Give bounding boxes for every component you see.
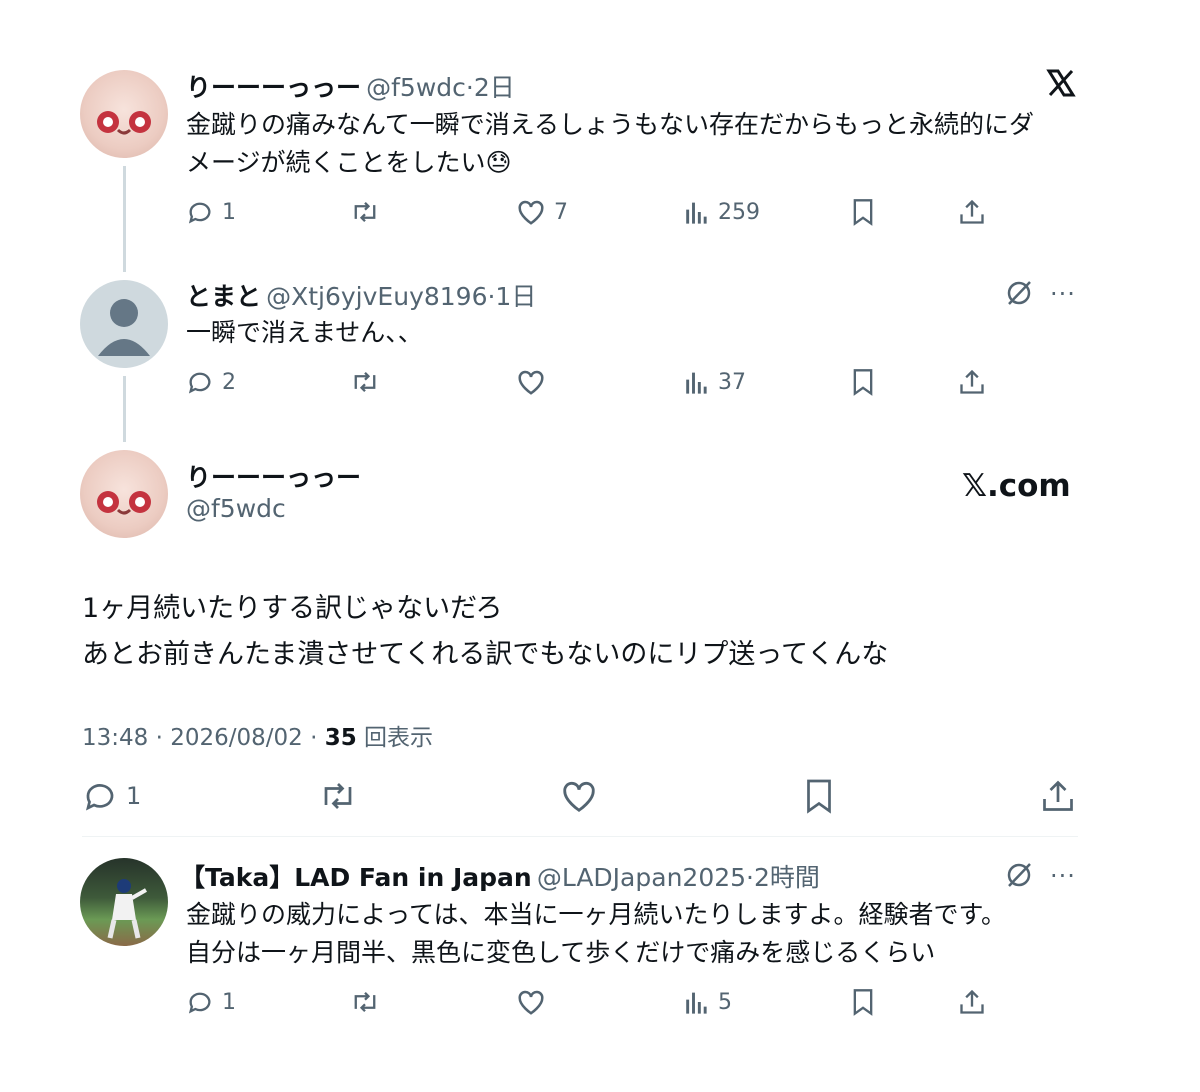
views-chart-icon <box>686 372 707 394</box>
x-com-brand: 𝕏.com <box>962 468 1071 504</box>
more-options-icon[interactable]: ··· <box>1050 862 1076 890</box>
share-icon <box>960 369 984 394</box>
bookmark-icon <box>853 199 873 226</box>
timestamp[interactable]: 13:48 · 2026/08/02 · <box>82 725 325 751</box>
view-count: 37 <box>718 369 746 395</box>
views-button[interactable]: 259 <box>684 198 760 226</box>
thread-line <box>123 376 126 442</box>
reply-count: 2 <box>222 369 236 395</box>
author-name[interactable]: りーーーっっー <box>186 458 361 494</box>
post-time[interactable]: ·1日 <box>487 282 536 311</box>
thread-line <box>123 166 126 272</box>
retweet-button[interactable] <box>318 778 358 814</box>
like-button[interactable] <box>516 368 546 396</box>
views-chart-icon <box>686 992 707 1014</box>
author-handle[interactable]: @LADJapan2025 <box>537 863 746 892</box>
tweet-text: 金蹴りの痛みなんて一瞬で消えるしょうもない存在だからもっと永続的にダ <box>186 110 1035 139</box>
share-button[interactable] <box>958 198 986 226</box>
divider <box>82 836 1078 837</box>
reply-count: 1 <box>222 989 236 1015</box>
retweet-button[interactable] <box>350 368 380 396</box>
bookmark-icon <box>853 989 873 1016</box>
author-name[interactable]: 【Taka】LAD Fan in Japan <box>180 863 532 892</box>
grok-icon[interactable] <box>1004 278 1034 312</box>
heart-icon <box>518 200 544 225</box>
retweet-button[interactable] <box>350 988 380 1016</box>
author-handle[interactable]: @Xtj6yjvEuy8196 <box>266 282 487 311</box>
author-name[interactable]: りーーーっっー <box>186 73 361 102</box>
reply-icon <box>188 992 211 1014</box>
reply-icon <box>188 372 211 394</box>
post-time[interactable]: ·2時間 <box>746 863 820 892</box>
views-count: 35 <box>324 725 357 751</box>
views-label: 回表示 <box>356 725 434 751</box>
tweet-text: 一瞬で消えません、、 <box>186 318 423 347</box>
avatar[interactable] <box>80 450 168 538</box>
retweet-icon <box>354 991 376 1013</box>
share-icon <box>960 989 984 1014</box>
bookmark-button[interactable] <box>802 778 836 814</box>
tweet-text: 自分は一ヶ月間半、黒色に変色して歩くだけで痛みを感じるくらい <box>186 938 936 967</box>
heart-icon <box>518 370 544 395</box>
bookmark-icon <box>853 369 873 396</box>
views-button[interactable]: 5 <box>684 988 732 1016</box>
post-time[interactable]: ·2日 <box>466 73 515 102</box>
bookmark-button[interactable] <box>850 198 876 226</box>
reply-count: 1 <box>126 782 142 810</box>
heart-icon <box>518 990 544 1015</box>
views-button[interactable]: 37 <box>684 368 746 396</box>
baseball-player-icon <box>107 879 147 939</box>
author-name[interactable]: とまと <box>186 282 261 311</box>
like-button[interactable]: 7 <box>516 198 568 226</box>
avatar[interactable] <box>80 70 168 158</box>
author-handle[interactable]: @f5wdc <box>366 73 466 102</box>
share-button[interactable] <box>958 988 986 1016</box>
like-button[interactable] <box>516 988 546 1016</box>
cartoon-face-icon <box>97 491 151 515</box>
tweet-text: メージが続くことをしたい😓 <box>186 148 512 177</box>
avatar[interactable] <box>80 858 168 946</box>
default-profile-icon <box>98 299 150 356</box>
reply-button[interactable]: 1 <box>186 198 236 226</box>
views-chart-icon <box>686 202 707 224</box>
more-options-icon[interactable]: ··· <box>1050 280 1076 308</box>
author-handle[interactable]: @f5wdc <box>186 494 286 523</box>
reply-button[interactable]: 2 <box>186 368 236 396</box>
reply-button[interactable]: 1 <box>186 988 236 1016</box>
retweet-icon <box>354 201 376 223</box>
grok-icon[interactable] <box>1004 860 1034 894</box>
reply-count: 1 <box>222 199 236 225</box>
view-count: 259 <box>718 199 760 225</box>
tweet-text: 1ヶ月続いたりする訳じゃないだろ <box>82 593 503 624</box>
reply-button[interactable]: 1 <box>82 778 141 814</box>
tweet-text: 金蹴りの威力によっては、本当に一ヶ月続いたりしますよ。経験者です。 <box>186 900 1007 929</box>
retweet-button[interactable] <box>350 198 380 226</box>
avatar[interactable] <box>80 280 168 368</box>
cartoon-face-icon <box>97 111 151 135</box>
share-button[interactable] <box>1040 778 1076 814</box>
retweet-icon <box>354 371 376 393</box>
share-icon <box>960 199 984 224</box>
bookmark-icon <box>807 779 831 814</box>
bookmark-button[interactable] <box>850 988 876 1016</box>
bookmark-button[interactable] <box>850 368 876 396</box>
like-count: 7 <box>554 199 568 225</box>
x-logo-icon <box>1046 68 1076 102</box>
like-button[interactable] <box>560 778 598 814</box>
share-button[interactable] <box>958 368 986 396</box>
retweet-icon <box>324 783 352 809</box>
reply-icon <box>188 202 211 224</box>
view-count: 5 <box>718 989 732 1015</box>
tweet-text: あとお前きんたま潰させてくれる訳でもないのにリプ送ってくんな <box>82 639 889 670</box>
share-icon <box>1043 780 1073 811</box>
reply-icon <box>85 784 114 811</box>
heart-icon <box>563 781 595 812</box>
